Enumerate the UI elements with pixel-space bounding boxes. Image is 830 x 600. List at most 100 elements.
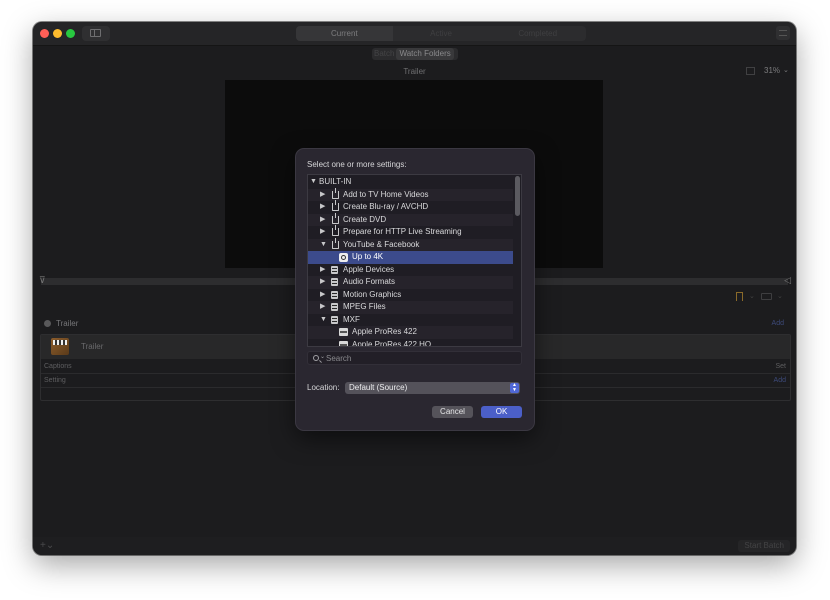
location-label: Location: [307,383,340,392]
bottom-bar: +⌄ Start Batch [33,537,796,555]
mode-batch[interactable]: Batch [372,48,396,60]
compressor-icon [331,315,338,324]
search-field[interactable]: ⌄ [307,351,522,365]
tree-row-label: MXF [343,314,360,324]
disclosure-collapsed-icon[interactable]: ▶ [320,201,325,214]
tree-row-label: Apple ProRes 422 HQ [352,339,432,347]
inspector-toggle-button[interactable] [776,26,790,40]
tab-completed[interactable]: Completed [489,26,586,41]
disclosure-expanded-icon[interactable]: ▼ [320,239,327,252]
tree-row-selected[interactable]: Up to 4K [308,251,513,264]
tree-row-label: Prepare for HTTP Live Streaming [343,227,462,236]
tree-row[interactable]: ▼ MXF [308,314,513,327]
chevron-down-icon[interactable]: ⌄ [783,66,789,74]
tree-row-label: Create Blu-ray / AVCHD [343,202,429,211]
tree-row-label: YouTube & Facebook [343,239,420,249]
tree-row-label: Create DVD [343,214,387,224]
compressor-icon [331,303,338,311]
share-icon [332,200,339,211]
disclosure-collapsed-icon[interactable]: ▶ [320,264,325,277]
prores-icon [339,328,348,336]
disclosure-collapsed-icon[interactable]: ▶ [320,301,325,314]
youtube-setting-icon [339,252,348,262]
disclosure-collapsed-icon[interactable]: ▶ [320,226,325,239]
tree-row[interactable]: ▶ Create DVD [308,212,513,227]
batch-title: Trailer [56,319,79,328]
tree-row[interactable]: ▼ YouTube & Facebook [308,237,513,252]
sidebar-toggle-button[interactable] [82,26,110,41]
tree-row[interactable]: ▶ Prepare for HTTP Live Streaming [308,225,513,239]
tree-row[interactable]: ▶ Motion Graphics [308,289,513,302]
zoom-window-button[interactable] [66,29,75,38]
movie-file-icon [51,338,69,355]
tree-row-label: Apple Devices [343,264,395,274]
tree-row-label: Apple ProRes 422 [352,327,417,336]
compressor-icon [331,278,338,286]
batch-icon [44,320,51,327]
mode-watch-folders[interactable]: Watch Folders [396,48,454,60]
zoom-level[interactable]: 31% [764,66,780,75]
title-bar: Current Active Completed [33,22,796,46]
tree-row-built-in[interactable]: ▼ BUILT-IN [308,176,513,189]
mode-segmented-control: Batch Watch Folders [372,48,458,60]
disclosure-expanded-icon[interactable]: ▼ [310,176,317,189]
view-segmented-control: Current Active Completed [296,26,586,41]
dialog-prompt: Select one or more settings: [307,160,407,169]
tree-row[interactable]: ▶ Apple Devices [308,264,513,277]
disclosure-collapsed-icon[interactable]: ▶ [320,189,325,202]
prores-icon [339,340,348,346]
tree-row[interactable]: ▶ Create Blu-ray / AVCHD [308,200,513,214]
share-icon [332,237,339,249]
tree-row[interactable]: ▶ MPEG Files [308,301,513,314]
tree-row[interactable]: Apple ProRes 422 [308,326,513,339]
bookmark-icon[interactable] [736,292,743,301]
playhead-icon[interactable]: ⊽ [39,275,46,287]
set-captions-button[interactable]: Set [775,363,786,370]
add-menu-button[interactable]: +⌄ [40,540,54,551]
tree-row[interactable]: ▶ Audio Formats [308,276,513,289]
tab-current[interactable]: Current [296,26,393,41]
minimize-window-button[interactable] [53,29,62,38]
tree-row-label: MPEG Files [343,302,386,311]
viewer-title: Trailer [403,67,426,76]
captions-label: Captions [44,363,72,370]
compressor-icon [331,290,338,299]
timeline-end-icon: ◁ [784,275,791,285]
tab-active[interactable]: Active [393,26,490,41]
search-input[interactable] [326,352,516,364]
monitor-icon[interactable] [761,293,772,300]
tree-row[interactable]: ▶ Add to TV Home Videos [308,187,513,202]
start-batch-button[interactable]: Start Batch [738,540,790,552]
add-setting-button[interactable]: Add [774,377,786,384]
disclosure-collapsed-icon[interactable]: ▶ [320,276,325,289]
close-window-button[interactable] [40,29,49,38]
share-icon [332,187,339,199]
job-title: Trailer [81,342,104,351]
cancel-button[interactable]: Cancel [432,406,473,418]
list-scrollbar[interactable] [515,176,520,216]
tree-row-label: Add to TV Home Videos [343,189,429,199]
disclosure-collapsed-icon[interactable]: ▶ [320,289,325,302]
setting-label: Setting [44,377,66,384]
add-button[interactable]: Add [772,320,784,327]
settings-sheet: Select one or more settings: ▼ BUILT-IN … [296,149,534,430]
select-stepper-icon: ▲ ▼ [510,383,519,393]
tree-row-label: Up to 4K [352,252,384,261]
settings-tree: ▼ BUILT-IN ▶ Add to TV Home Videos ▶ Cre… [307,174,522,347]
disclosure-collapsed-icon[interactable]: ▶ [320,214,325,227]
sidebar-icon [90,29,101,37]
location-select[interactable]: Default (Source) ▲ ▼ [345,382,520,394]
fit-icon[interactable] [746,67,755,75]
inspector-icon [779,30,787,36]
chevron-down-icon[interactable]: ⌄ [320,353,325,360]
chevron-down-icon[interactable]: ⌄ [749,292,755,300]
ok-button[interactable]: OK [481,406,522,418]
tree-row[interactable]: Apple ProRes 422 HQ [308,339,513,347]
location-value: Default (Source) [349,383,408,392]
search-icon[interactable] [313,355,319,361]
tree-row-label: Audio Formats [343,277,396,286]
disclosure-expanded-icon[interactable]: ▼ [320,314,327,327]
chevron-down-icon[interactable]: ⌄ [777,292,783,300]
compressor-icon [331,265,338,274]
share-icon [332,212,339,224]
